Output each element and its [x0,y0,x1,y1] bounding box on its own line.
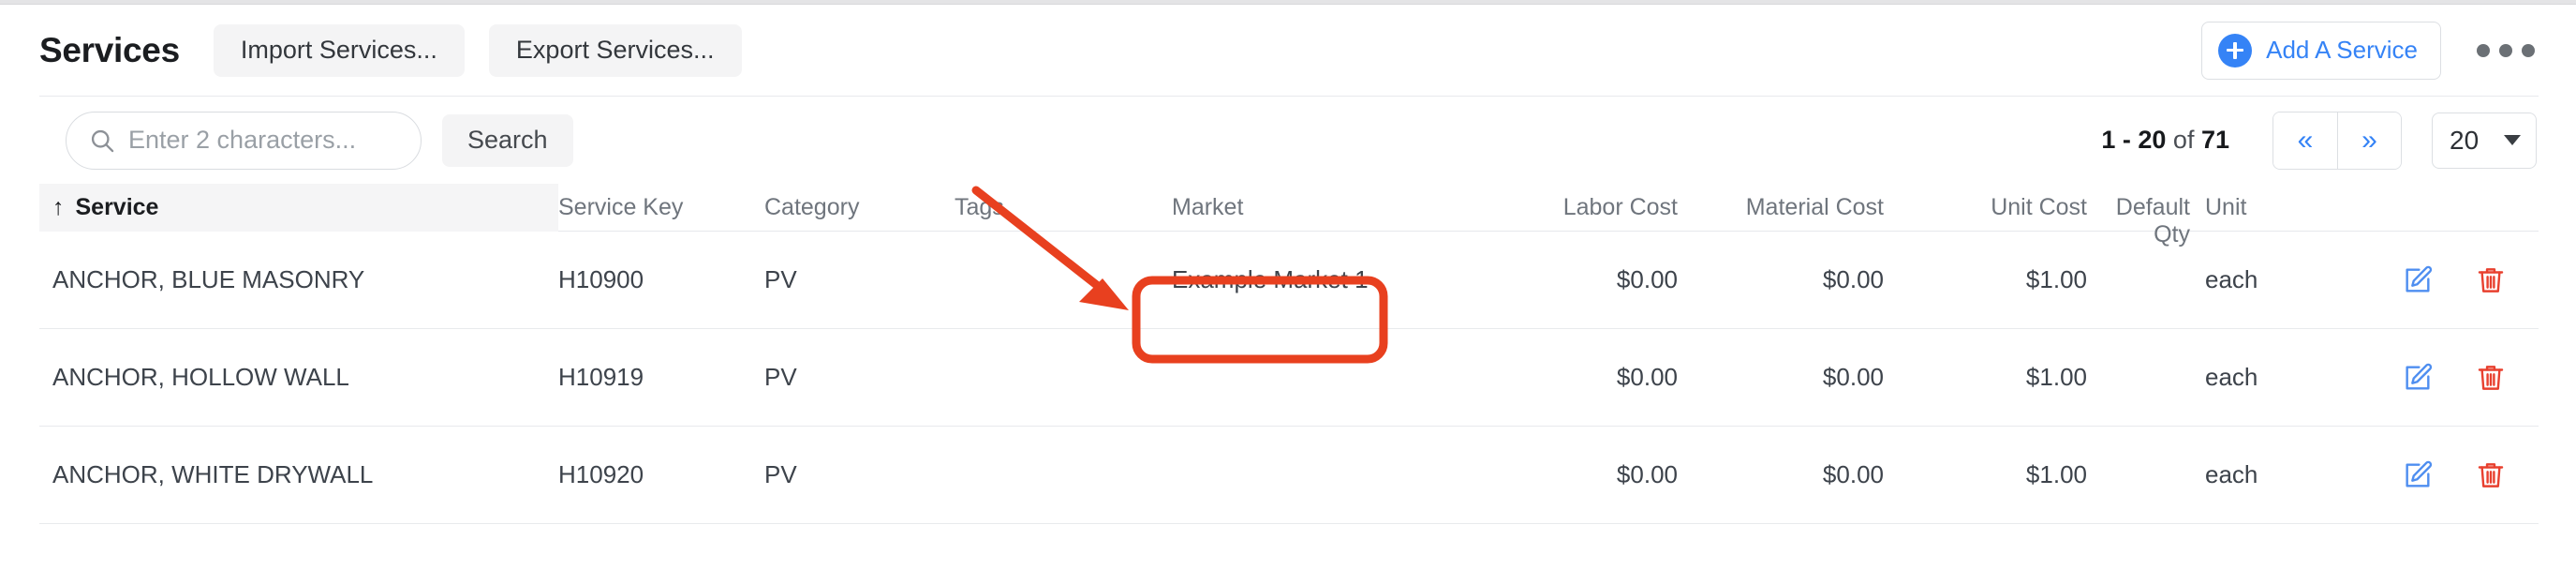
pagination-controls: « » [2273,111,2402,170]
column-header-service[interactable]: ↑ Service [39,184,558,232]
services-table: ↑ Service Service Key Category Tags Mark… [39,184,2539,524]
cell-unit-cost: $1.00 [2025,460,2087,488]
cell-service: ANCHOR, HOLLOW WALL [52,363,349,391]
column-header-labor-cost[interactable]: Labor Cost [1477,184,1678,221]
cell-service-key: H10920 [558,460,644,488]
edit-pencil-square-icon [2406,363,2433,390]
cell-row-actions [2354,459,2539,491]
plus-circle-icon [2218,33,2253,68]
cell-material-cost: $0.00 [1822,363,1884,391]
table-toolbar: Search 1 - 20 of 71 « » 20 [0,97,2576,184]
column-header-market[interactable]: Market [1172,184,1477,221]
cell-unit: each [2205,363,2258,391]
edit-row-button[interactable] [2402,264,2434,296]
page-size-select[interactable]: 20 [2432,112,2537,169]
add-a-service-label: Add A Service [2266,36,2418,64]
cell-unit-cost: $1.00 [2025,363,2087,391]
cell-labor-cost: $0.00 [1616,363,1678,391]
trash-icon [2478,462,2504,488]
cell-service: ANCHOR, WHITE DRYWALL [52,460,374,488]
delete-row-button[interactable] [2475,459,2507,491]
column-header-service-label: Service [75,194,159,220]
pagination-range-current: 1 - 20 [2101,126,2167,154]
next-page-button[interactable]: » [2337,112,2401,169]
import-services-button[interactable]: Import Services... [213,23,465,77]
edit-row-button[interactable] [2402,459,2434,491]
chevron-down-icon [2504,135,2521,145]
add-a-service-button[interactable]: Add A Service [2201,21,2441,80]
cell-service-key: H10900 [558,265,644,293]
table-row[interactable]: ANCHOR, HOLLOW WALL H10919 PV $0.00 $0.0… [39,329,2539,427]
cell-labor-cost: $0.00 [1616,265,1678,293]
column-header-category[interactable]: Category [764,184,955,221]
table-header-row: ↑ Service Service Key Category Tags Mark… [39,184,2539,248]
search-icon [91,129,114,152]
cell-service-key: H10919 [558,363,644,391]
cell-market: Example Market 1 [1172,265,1369,293]
cell-category: PV [764,460,797,488]
kebab-dot-icon [2477,43,2490,57]
search-button[interactable]: Search [442,113,573,167]
edit-row-button[interactable] [2402,362,2434,394]
pagination-range-total: 71 [2200,126,2229,154]
edit-pencil-square-icon [2406,265,2433,292]
cell-labor-cost: $0.00 [1616,460,1678,488]
column-header-default-qty[interactable]: Default Qty [2087,184,2190,248]
search-input[interactable] [128,126,402,155]
column-header-tags[interactable]: Tags [955,184,1172,221]
column-header-unit-cost[interactable]: Unit Cost [1884,184,2087,221]
delete-row-button[interactable] [2475,362,2507,394]
kebab-dot-icon [2499,43,2512,57]
kebab-dot-icon [2522,43,2535,57]
cell-row-actions [2354,264,2539,296]
page-title: Services [39,30,180,69]
cell-category: PV [764,265,797,293]
sort-ascending-icon: ↑ [52,194,65,220]
more-options-button[interactable] [2473,35,2539,67]
delete-row-button[interactable] [2475,264,2507,296]
cell-unit: each [2205,460,2258,488]
cell-material-cost: $0.00 [1822,265,1884,293]
cell-unit: each [2205,265,2258,293]
page-size-value: 20 [2450,125,2480,155]
cell-unit-cost: $1.00 [2025,265,2087,293]
column-header-actions [2354,184,2539,194]
cell-category: PV [764,363,797,391]
edit-pencil-square-icon [2406,460,2433,488]
cell-row-actions [2354,362,2539,394]
column-header-service-key[interactable]: Service Key [558,184,764,221]
column-header-unit[interactable]: Unit [2190,184,2354,221]
search-field-wrapper[interactable] [66,111,422,170]
table-row[interactable]: ANCHOR, WHITE DRYWALL H10920 PV $0.00 $0… [39,427,2539,524]
column-header-material-cost[interactable]: Material Cost [1678,184,1884,221]
page-header: Services Import Services... Export Servi… [0,5,2576,96]
previous-page-button[interactable]: « [2273,112,2337,169]
pagination-range: 1 - 20 of 71 [2101,126,2229,155]
cell-material-cost: $0.00 [1822,460,1884,488]
trash-icon [2478,267,2504,292]
trash-icon [2478,365,2504,390]
export-services-button[interactable]: Export Services... [488,23,742,77]
services-page: Services Import Services... Export Servi… [0,0,2576,585]
pagination-range-of: of [2166,126,2201,154]
cell-service: ANCHOR, BLUE MASONRY [52,265,365,293]
